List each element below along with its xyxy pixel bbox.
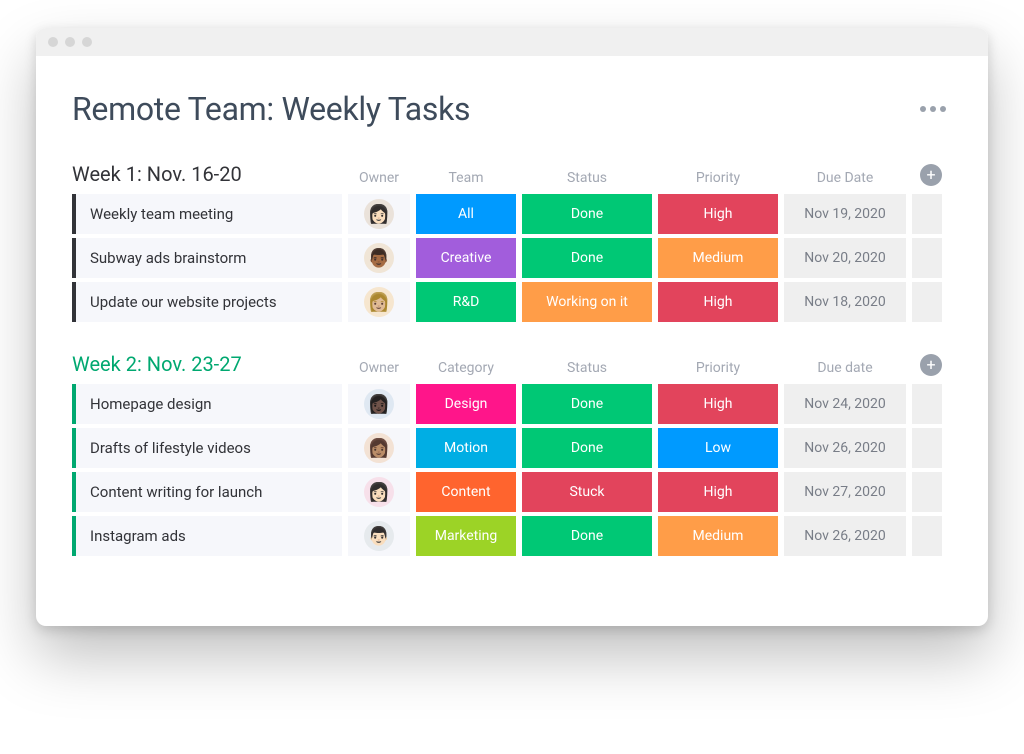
owner-cell[interactable]: 👨🏻	[348, 516, 410, 556]
priority-cell[interactable]: High	[658, 194, 778, 234]
column-header-priority[interactable]: Priority	[658, 360, 778, 376]
table-row: Subway ads brainstorm 👨🏾 CreativeDoneMediu…	[72, 238, 952, 278]
due-date-cell[interactable]: Nov 27, 2020	[784, 472, 906, 512]
plus-icon: +	[926, 167, 935, 183]
due-date-cell[interactable]: Nov 18, 2020	[784, 282, 906, 322]
row-tail-cell	[912, 238, 942, 278]
owner-cell[interactable]: 👩🏼	[348, 282, 410, 322]
status-cell[interactable]: Stuck	[522, 472, 652, 512]
team-cell[interactable]: Marketing	[416, 516, 516, 556]
team-cell[interactable]: Creative	[416, 238, 516, 278]
due-date-cell[interactable]: Nov 24, 2020	[784, 384, 906, 424]
priority-cell[interactable]: Medium	[658, 516, 778, 556]
add-column-button[interactable]: +	[920, 354, 942, 376]
task-name-cell[interactable]: Homepage design	[72, 384, 342, 424]
row-tail-cell	[912, 282, 942, 322]
task-name-cell[interactable]: Content writing for launch	[72, 472, 342, 512]
column-header-status[interactable]: Status	[522, 360, 652, 376]
column-header-owner[interactable]: Owner	[348, 170, 410, 186]
table-row: Weekly team meeting 👩🏻 AllDoneHighNov 19, …	[72, 194, 952, 234]
task-group: Week 1: Nov. 16-20 Owner Team Status Priorit…	[72, 162, 952, 322]
task-name-cell[interactable]: Drafts of lifestyle videos	[72, 428, 342, 468]
plus-icon: +	[926, 357, 935, 373]
table-row: Drafts of lifestyle videos 👩🏽 MotionDoneLo…	[72, 428, 952, 468]
board-content: Remote Team: Weekly Tasks Week 1: Nov. 1…	[36, 56, 988, 626]
window-titlebar	[36, 28, 988, 56]
due-date-cell[interactable]: Nov 26, 2020	[784, 516, 906, 556]
task-name-cell[interactable]: Subway ads brainstorm	[72, 238, 342, 278]
group-title[interactable]: Week 1: Nov. 16-20	[72, 162, 342, 186]
avatar: 👩🏻	[364, 477, 394, 507]
table-row: Content writing for launch 👩🏻 ContentStuck…	[72, 472, 952, 512]
window-minimize-icon[interactable]	[65, 37, 75, 47]
group-header: Week 2: Nov. 23-27 Owner Category Status Pri…	[72, 352, 952, 376]
group-title[interactable]: Week 2: Nov. 23-27	[72, 352, 342, 376]
avatar: 👨🏻	[364, 521, 394, 551]
priority-cell[interactable]: Low	[658, 428, 778, 468]
task-name-cell[interactable]: Instagram ads	[72, 516, 342, 556]
task-name-cell[interactable]: Update our website projects	[72, 282, 342, 322]
column-header-team[interactable]: Category	[416, 360, 516, 376]
team-cell[interactable]: All	[416, 194, 516, 234]
column-header-status[interactable]: Status	[522, 170, 652, 186]
status-cell[interactable]: Working on it	[522, 282, 652, 322]
row-tail-cell	[912, 472, 942, 512]
app-window: Remote Team: Weekly Tasks Week 1: Nov. 1…	[36, 28, 988, 626]
owner-cell[interactable]: 👨🏾	[348, 238, 410, 278]
status-cell[interactable]: Done	[522, 428, 652, 468]
row-tail-cell	[912, 384, 942, 424]
due-date-cell[interactable]: Nov 26, 2020	[784, 428, 906, 468]
team-cell[interactable]: R&D	[416, 282, 516, 322]
status-cell[interactable]: Done	[522, 238, 652, 278]
column-header-due[interactable]: Due date	[784, 360, 906, 376]
table-row: Instagram ads 👨🏻 MarketingDoneMediumNov 26…	[72, 516, 952, 556]
owner-cell[interactable]: 👩🏽	[348, 428, 410, 468]
task-group: Week 2: Nov. 23-27 Owner Category Status Pri…	[72, 352, 952, 556]
due-date-cell[interactable]: Nov 20, 2020	[784, 238, 906, 278]
avatar: 👩🏽	[364, 433, 394, 463]
row-tail-cell	[912, 194, 942, 234]
task-name-cell[interactable]: Weekly team meeting	[72, 194, 342, 234]
status-cell[interactable]: Done	[522, 194, 652, 234]
more-icon[interactable]	[914, 100, 952, 118]
page-title: Remote Team: Weekly Tasks	[72, 90, 470, 128]
avatar: 👩🏿	[364, 389, 394, 419]
owner-cell[interactable]: 👩🏻	[348, 194, 410, 234]
board-header: Remote Team: Weekly Tasks	[72, 90, 952, 128]
owner-cell[interactable]: 👩🏻	[348, 472, 410, 512]
team-cell[interactable]: Motion	[416, 428, 516, 468]
table-row: Homepage design 👩🏿 DesignDoneHighNov 24, 2…	[72, 384, 952, 424]
due-date-cell[interactable]: Nov 19, 2020	[784, 194, 906, 234]
priority-cell[interactable]: High	[658, 384, 778, 424]
row-tail-cell	[912, 516, 942, 556]
column-header-due[interactable]: Due Date	[784, 170, 906, 186]
team-cell[interactable]: Content	[416, 472, 516, 512]
column-header-owner[interactable]: Owner	[348, 360, 410, 376]
window-maximize-icon[interactable]	[82, 37, 92, 47]
status-cell[interactable]: Done	[522, 516, 652, 556]
avatar: 👩🏻	[364, 199, 394, 229]
group-header: Week 1: Nov. 16-20 Owner Team Status Priorit…	[72, 162, 952, 186]
owner-cell[interactable]: 👩🏿	[348, 384, 410, 424]
team-cell[interactable]: Design	[416, 384, 516, 424]
row-tail-cell	[912, 428, 942, 468]
add-column-button[interactable]: +	[920, 164, 942, 186]
status-cell[interactable]: Done	[522, 384, 652, 424]
table-row: Update our website projects 👩🏼 R&DWorking …	[72, 282, 952, 322]
column-header-team[interactable]: Team	[416, 170, 516, 186]
priority-cell[interactable]: High	[658, 282, 778, 322]
priority-cell[interactable]: High	[658, 472, 778, 512]
priority-cell[interactable]: Medium	[658, 238, 778, 278]
avatar: 👩🏼	[364, 287, 394, 317]
column-header-priority[interactable]: Priority	[658, 170, 778, 186]
avatar: 👨🏾	[364, 243, 394, 273]
window-close-icon[interactable]	[48, 37, 58, 47]
